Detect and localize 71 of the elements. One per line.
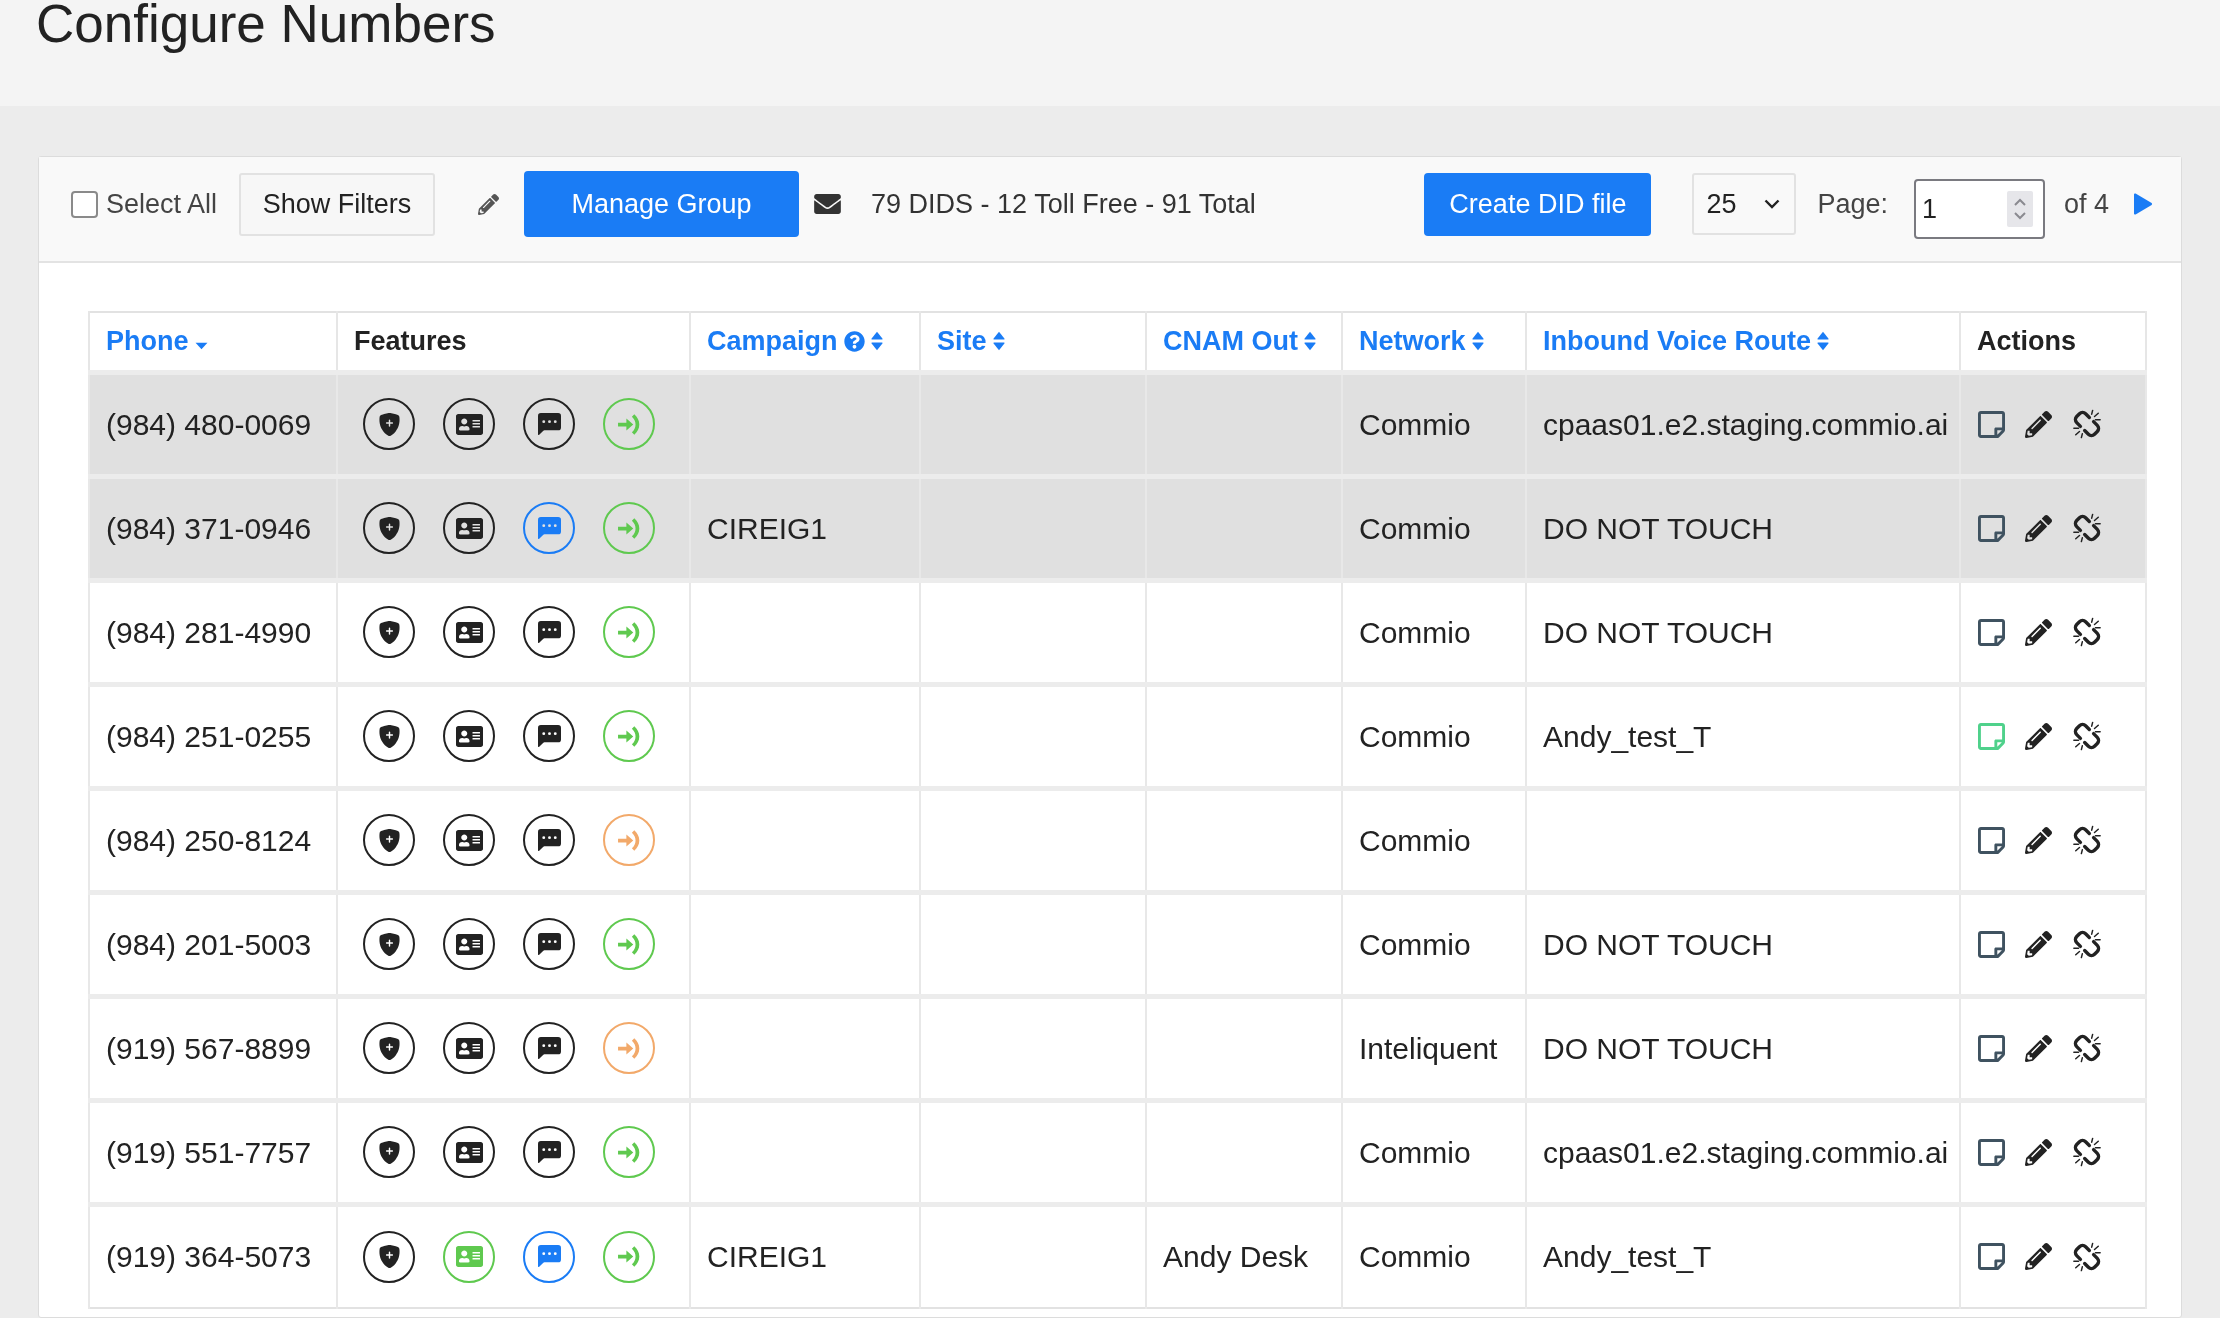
- select-all-checkbox[interactable]: [71, 190, 98, 218]
- select-all-label[interactable]: Select All: [106, 183, 218, 225]
- pencil-icon[interactable]: [2025, 826, 2052, 854]
- broken-link-icon[interactable]: [2072, 1033, 2102, 1063]
- table-cell: (919) 364-5073: [89, 1204, 337, 1308]
- column-header: Actions: [1977, 325, 2076, 358]
- note-icon[interactable]: [1978, 1034, 2005, 1062]
- sort-arrows-icon[interactable]: [1304, 331, 1316, 352]
- pencil-icon[interactable]: [2025, 1243, 2052, 1271]
- per-page-select[interactable]: 25: [1692, 173, 1797, 235]
- column-header[interactable]: Inbound Voice Route: [1543, 321, 1811, 362]
- broken-link-icon[interactable]: [2072, 409, 2102, 439]
- note-icon[interactable]: [1978, 930, 2005, 958]
- broken-link-icon[interactable]: [2072, 1241, 2102, 1272]
- table-cell: Andy_test_T: [1526, 1204, 1960, 1308]
- table-row[interactable]: (984) 250-8124 Commio: [89, 788, 2146, 892]
- pencil-icon[interactable]: [2025, 930, 2052, 958]
- pencil-icon[interactable]: [2025, 1138, 2052, 1166]
- pencil-icon[interactable]: [2025, 618, 2052, 646]
- spinner-arrows-icon[interactable]: [2006, 191, 2033, 227]
- column-header[interactable]: Phone: [106, 321, 189, 362]
- note-icon[interactable]: [1978, 1138, 2005, 1166]
- table-row[interactable]: (984) 371-0946 CIREIG1 Commio DO NOT TOUCH: [89, 476, 2146, 580]
- envelope-icon: [814, 194, 842, 214]
- note-icon[interactable]: [1978, 514, 2005, 542]
- sort-arrows-icon[interactable]: [1817, 331, 1829, 352]
- table-row[interactable]: (984) 251-0255 Commio Andy_test_T: [89, 684, 2146, 788]
- column-header: Features: [354, 325, 467, 358]
- page-title: Configure Numbers: [36, 0, 496, 52]
- table-row[interactable]: (919) 551-7757 Commio cpaas01.e2.staging.commio.ai: [89, 1100, 2146, 1204]
- column-header[interactable]: Network: [1359, 321, 1466, 362]
- broken-link-icon[interactable]: [2072, 929, 2102, 959]
- page-input[interactable]: 1: [1913, 179, 2045, 239]
- table-row[interactable]: (984) 281-4990 Commio DO NOT TOUCH: [89, 580, 2146, 684]
- page-label: Page:: [1817, 187, 1888, 221]
- broken-link-icon[interactable]: [2072, 1137, 2102, 1167]
- note-icon[interactable]: [1978, 410, 2005, 438]
- next-page-icon[interactable]: [2133, 193, 2153, 215]
- manage-group-button[interactable]: Manage Group: [524, 171, 800, 237]
- note-icon[interactable]: [1978, 1243, 2005, 1271]
- show-filters-button[interactable]: Show Filters: [239, 172, 436, 236]
- page-total: of 4: [2063, 187, 2109, 221]
- column-header[interactable]: Campaign: [707, 321, 838, 362]
- sort-arrows-icon[interactable]: [992, 331, 1005, 352]
- sort-arrows-icon[interactable]: [870, 331, 883, 352]
- help-icon[interactable]: [843, 330, 865, 352]
- pencil-icon[interactable]: [478, 193, 500, 215]
- table-row[interactable]: (984) 480-0069 Commio cpaas01.e2.staging.commio.ai: [89, 372, 2146, 476]
- note-icon[interactable]: [1978, 826, 2005, 854]
- caret-down-icon[interactable]: [194, 341, 208, 350]
- table-cell: Andy Desk: [1146, 1204, 1342, 1308]
- column-header[interactable]: CNAM Out: [1163, 321, 1298, 362]
- chevron-down-icon[interactable]: [1764, 199, 1781, 209]
- table-row[interactable]: (919) 567-8899 Inteliquent DO NOT TOUCH: [89, 996, 2146, 1100]
- pencil-icon[interactable]: [2025, 514, 2052, 542]
- table-row[interactable]: (919) 364-5073 CIREIG1 Andy Desk Commio Andy_test_T: [89, 1204, 2146, 1308]
- broken-link-icon[interactable]: [2072, 721, 2102, 751]
- pencil-icon[interactable]: [2025, 1034, 2052, 1062]
- broken-link-icon[interactable]: [2072, 617, 2102, 647]
- table-cell: CIREIG1: [690, 1204, 920, 1308]
- table-cell: Commio: [1342, 1204, 1526, 1308]
- table-row[interactable]: (984) 201-5003 Commio DO NOT TOUCH: [89, 892, 2146, 996]
- column-header[interactable]: Site: [937, 321, 987, 362]
- broken-link-icon[interactable]: [2072, 513, 2102, 543]
- create-did-file-button[interactable]: Create DID file: [1424, 172, 1652, 236]
- number-summary: 79 DIDS - 12 Toll Free - 91 Total: [871, 187, 1256, 221]
- pencil-icon[interactable]: [2025, 722, 2052, 750]
- sort-arrows-icon[interactable]: [1471, 331, 1484, 352]
- pencil-icon[interactable]: [2025, 410, 2052, 438]
- note-icon[interactable]: [1978, 618, 2005, 646]
- broken-link-icon[interactable]: [2072, 825, 2102, 855]
